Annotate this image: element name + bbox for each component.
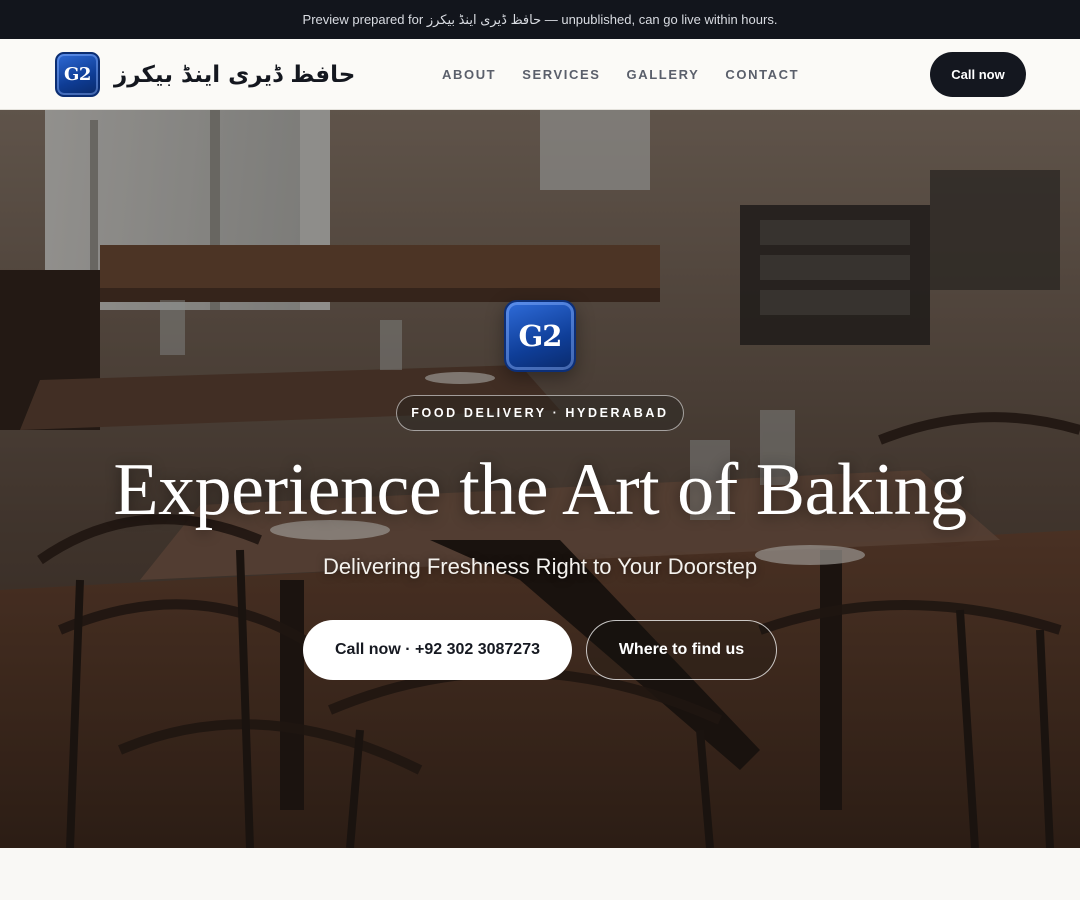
preview-banner: Preview prepared for حافظ ڈیری اینڈ بیکر… [0,0,1080,39]
brand-logo-text: G2 [64,64,91,85]
preview-banner-text: Preview prepared for حافظ ڈیری اینڈ بیکر… [302,11,778,27]
call-now-button[interactable]: Call now · +92 302 3087273 [303,620,572,680]
nav-gallery[interactable]: GALLERY [627,67,700,82]
nav-services[interactable]: SERVICES [522,67,600,82]
hero-logo-icon: G2 [504,300,576,372]
where-to-find-us-button[interactable]: Where to find us [586,620,777,680]
hero-section: G2 FOOD DELIVERY · HYDERABAD Experience … [0,110,1080,848]
brand-logo-icon: G2 [55,52,100,97]
hero-title: Experience the Art of Baking [113,449,967,531]
hero-logo-text: G2 [518,319,563,353]
nav-about[interactable]: ABOUT [442,67,496,82]
brand-name: حافظ ڈیری اینڈ بیکرز [114,61,356,88]
nav-contact[interactable]: CONTACT [725,67,799,82]
hero-tag: FOOD DELIVERY · HYDERABAD [396,395,684,431]
brand[interactable]: G2 حافظ ڈیری اینڈ بیکرز [55,52,355,97]
main-nav: ABOUT SERVICES GALLERY CONTACT [442,39,799,109]
site-header: G2 حافظ ڈیری اینڈ بیکرز ABOUT SERVICES G… [0,39,1080,110]
header-call-button[interactable]: Call now [930,52,1026,97]
hero-subtitle: Delivering Freshness Right to Your Doors… [322,554,758,579]
next-section [0,848,1080,900]
